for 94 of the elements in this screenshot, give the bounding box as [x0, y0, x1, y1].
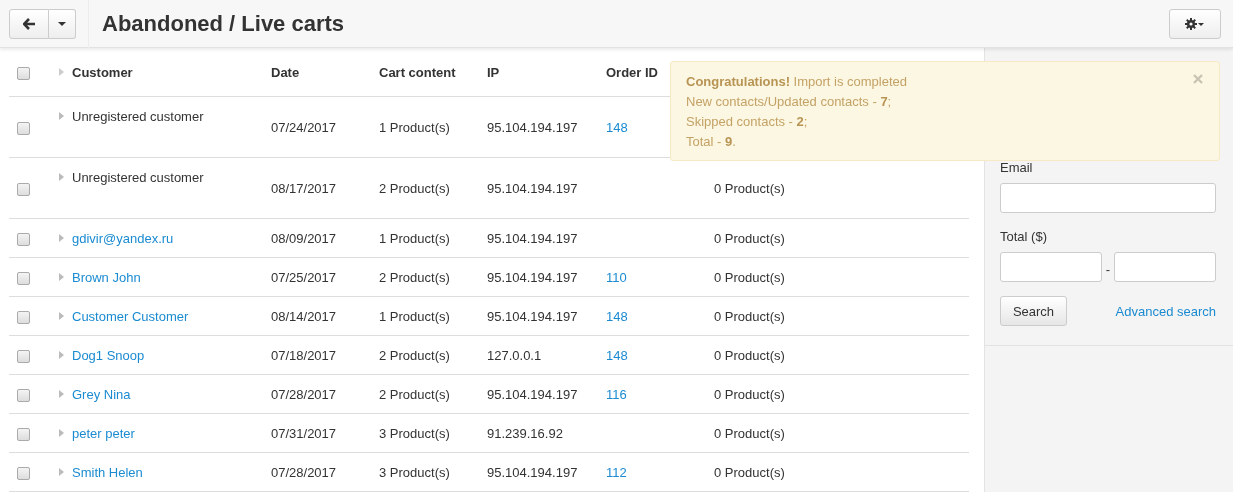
cart-content-cell: 1 Product(s) [379, 119, 450, 135]
cart-content-cell: 2 Product(s) [379, 180, 450, 196]
ip-cell: 95.104.194.197 [487, 464, 578, 480]
row-checkbox[interactable] [17, 349, 30, 363]
total-to-field[interactable] [1114, 252, 1216, 282]
field-label: Email [1000, 160, 1034, 175]
wishlist-cell: 0 Product(s) [714, 269, 785, 285]
ip-cell: 95.104.194.197 [487, 386, 578, 402]
expand-icon[interactable] [59, 351, 64, 359]
row-checkbox[interactable] [17, 466, 30, 480]
row-checkbox[interactable] [17, 427, 30, 441]
order-link[interactable]: 112 [606, 464, 627, 480]
cart-content-cell: 1 Product(s) [379, 308, 450, 324]
order-link[interactable]: 148 [606, 119, 628, 135]
date-cell: 07/28/2017 [271, 464, 337, 480]
customer-link[interactable]: gdivir@yandex.ru [72, 230, 174, 246]
notification-text: Congratulations! Import is completed [686, 73, 908, 91]
order-link[interactable]: 110 [606, 269, 627, 285]
expand-icon[interactable] [59, 429, 64, 437]
total-from-field[interactable] [1000, 252, 1102, 282]
cart-content-cell: 1 Product(s) [379, 230, 450, 246]
expand-icon[interactable] [59, 468, 64, 476]
search-button[interactable]: Search [1000, 296, 1067, 326]
date-cell: 08/09/2017 [271, 230, 337, 246]
customer-name: Unregistered customer [72, 170, 204, 185]
expand-icon[interactable] [59, 173, 64, 181]
date-cell: 08/14/2017 [271, 308, 337, 324]
customer-link[interactable]: Dog1 Snoop [72, 347, 145, 363]
customer-link[interactable]: Customer Customer [72, 308, 189, 324]
row-checkbox[interactable] [17, 388, 30, 402]
expand-icon[interactable] [59, 273, 64, 281]
row-checkbox[interactable] [17, 310, 30, 324]
ip-cell: 95.104.194.197 [487, 269, 578, 285]
order-link[interactable]: 148 [606, 347, 628, 363]
close-icon[interactable] [1193, 74, 1203, 84]
row-checkbox[interactable] [17, 232, 30, 246]
range-separator: - [1104, 261, 1112, 277]
ip-cell: 95.104.194.197 [487, 230, 578, 246]
ip-cell: 95.104.194.197 [487, 119, 578, 135]
date-cell: 08/17/2017 [271, 180, 337, 196]
ip-cell: 127.0.0.1 [487, 347, 542, 363]
ip-cell: 95.104.194.197 [487, 308, 578, 324]
wishlist-cell: 0 Product(s) [714, 386, 785, 402]
cart-content-cell: 2 Product(s) [379, 269, 450, 285]
notification-text: Total - 9. [686, 133, 736, 151]
expand-icon[interactable] [59, 312, 64, 320]
column-header: IP [487, 64, 500, 80]
order-link[interactable]: 148 [606, 308, 628, 324]
page-title: Abandoned / Live carts [102, 10, 345, 37]
expand-icon[interactable] [59, 390, 64, 398]
email-field[interactable] [1000, 183, 1216, 213]
customer-link[interactable]: Smith Helen [72, 464, 143, 480]
cart-content-cell: 2 Product(s) [379, 347, 450, 363]
order-link[interactable]: 116 [606, 386, 627, 402]
date-cell: 07/28/2017 [271, 386, 337, 402]
customer-link[interactable]: peter peter [72, 425, 135, 441]
row-checkbox[interactable] [17, 271, 30, 285]
customer-name: Unregistered customer [72, 109, 204, 124]
date-cell: 07/24/2017 [271, 119, 337, 135]
row-checkbox[interactable] [17, 182, 30, 196]
date-cell: 07/31/2017 [271, 425, 337, 441]
customer-link[interactable]: Grey Nina [72, 386, 131, 402]
date-cell: 07/25/2017 [271, 269, 337, 285]
field-label: Total ($) [1000, 229, 1048, 244]
wishlist-cell: 0 Product(s) [714, 180, 785, 196]
wishlist-cell: 0 Product(s) [714, 308, 785, 324]
settings-icon [1185, 17, 1205, 30]
column-header: Order ID [606, 64, 658, 80]
ip-cell: 95.104.194.197 [487, 180, 578, 196]
cart-content-cell: 3 Product(s) [379, 464, 450, 480]
wishlist-cell: 0 Product(s) [714, 425, 785, 441]
expand-icon [59, 68, 64, 76]
notification-text: New contacts/Updated contacts - 7; [686, 93, 892, 111]
column-header: Customer [72, 64, 133, 80]
expand-icon[interactable] [59, 112, 64, 120]
customer-link[interactable]: Brown John [72, 269, 141, 285]
wishlist-cell: 0 Product(s) [714, 464, 785, 480]
cart-content-cell: 3 Product(s) [379, 425, 450, 441]
caret-icon [58, 21, 66, 26]
ip-cell: 91.239.16.92 [487, 425, 563, 441]
back-button[interactable] [9, 8, 49, 39]
expand-icon[interactable] [59, 234, 64, 242]
cart-content-cell: 2 Product(s) [379, 386, 450, 402]
wishlist-cell: 0 Product(s) [714, 347, 785, 363]
select-all-checkbox[interactable] [17, 66, 30, 80]
column-header: Date [271, 64, 300, 80]
notification-text: Skipped contacts - 2; [686, 113, 808, 131]
date-cell: 07/18/2017 [271, 347, 337, 363]
wishlist-cell: 0 Product(s) [714, 230, 785, 246]
back-arrow-icon [22, 17, 36, 30]
advanced-search-link[interactable]: Advanced search [1115, 303, 1216, 319]
row-checkbox[interactable] [17, 121, 30, 135]
column-header: Cart content [379, 64, 456, 80]
settings-button[interactable] [1169, 8, 1221, 39]
